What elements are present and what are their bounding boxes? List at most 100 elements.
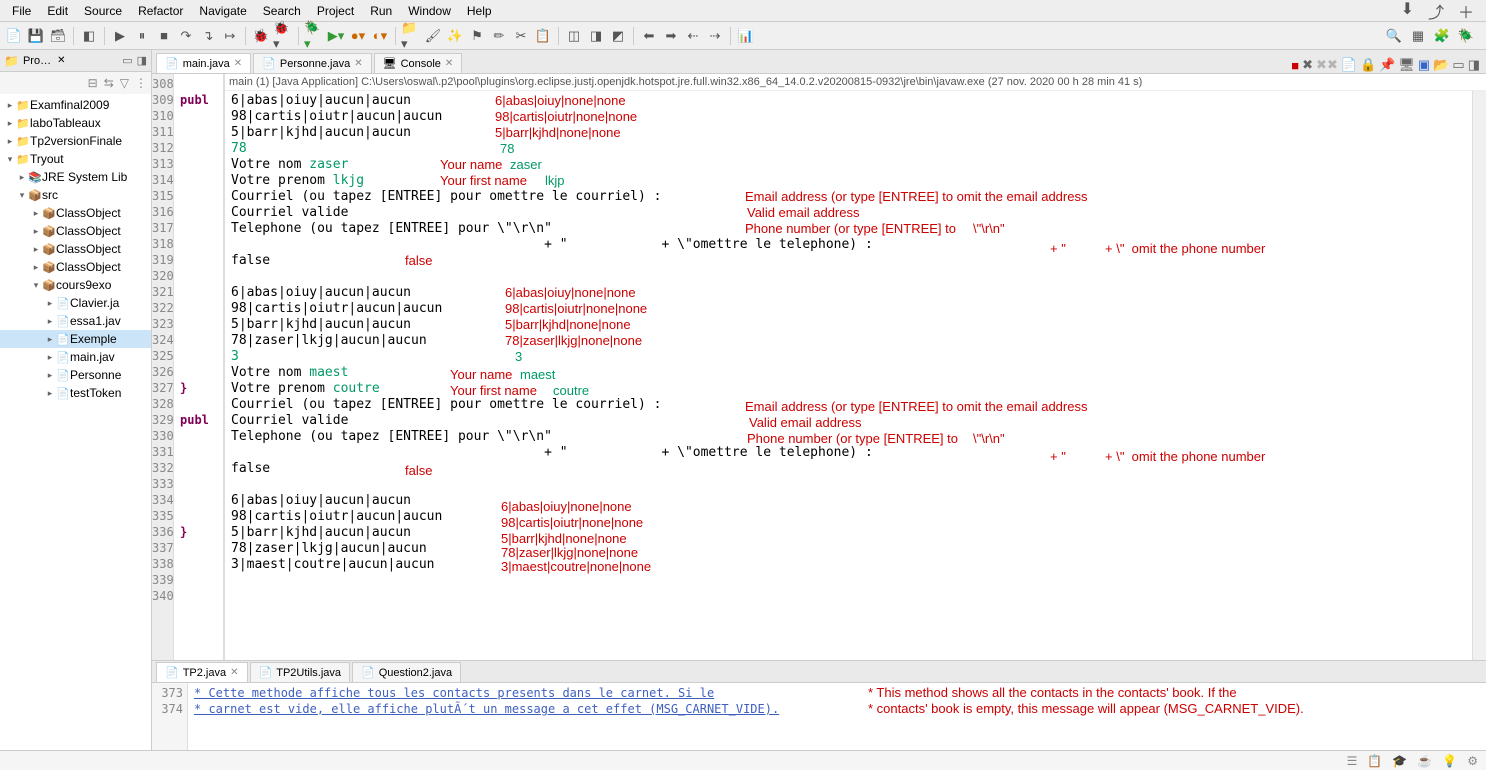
tree-item[interactable]: ▾📁Tryout xyxy=(0,150,151,168)
tree-item[interactable]: ▸📦ClassObject xyxy=(0,240,151,258)
step2-icon[interactable]: ↴ xyxy=(198,26,218,46)
sb1-icon[interactable]: ☰ xyxy=(1347,754,1358,768)
mode-icon[interactable]: ◧ xyxy=(79,26,99,46)
step3-icon[interactable]: ↦ xyxy=(220,26,240,46)
tree-item[interactable]: ▸📦ClassObject xyxy=(0,222,151,240)
sb2-icon[interactable]: 📋 xyxy=(1367,754,1382,768)
debug-icon[interactable]: 🪲▾ xyxy=(304,26,324,46)
sb6-icon[interactable]: ⚙ xyxy=(1467,754,1478,768)
menu-icon[interactable]: ⋮ xyxy=(135,76,147,90)
bottom-gutter: 373374 xyxy=(152,683,188,750)
download-icon[interactable]: ⬇ xyxy=(1401,0,1414,23)
new-icon[interactable]: 📄 xyxy=(4,26,24,46)
sb3-icon[interactable]: 🎓 xyxy=(1392,754,1407,768)
layout-icon[interactable]: ▦ xyxy=(1408,26,1428,46)
maximize-icon[interactable]: ◨ xyxy=(137,54,147,67)
remove-icon[interactable]: ✖ xyxy=(1302,57,1313,73)
tree-item[interactable]: ▸📄main.jav xyxy=(0,348,151,366)
terminate-icon[interactable]: ■ xyxy=(1291,58,1299,73)
x2-icon[interactable]: ◨ xyxy=(586,26,606,46)
search-icon[interactable]: 🔍 xyxy=(1384,26,1404,46)
menu-search[interactable]: Search xyxy=(255,2,309,20)
bottom-tab[interactable]: 📄Question2.java xyxy=(352,662,461,682)
paste-icon[interactable]: 📋 xyxy=(533,26,553,46)
flag-icon[interactable]: ⚑ xyxy=(467,26,487,46)
back-icon[interactable]: ⬅ xyxy=(639,26,659,46)
persp1-icon[interactable]: 🧩 xyxy=(1432,26,1452,46)
scissors-icon[interactable]: ✂ xyxy=(511,26,531,46)
tree-item[interactable]: ▸📄testToken xyxy=(0,384,151,402)
brush-icon[interactable]: 🖌 xyxy=(423,26,443,46)
tree-item[interactable]: ▸📦ClassObject xyxy=(0,258,151,276)
tree-item[interactable]: ▾📦cours9exo xyxy=(0,276,151,294)
bottom-tab[interactable]: 📄TP2Utils.java xyxy=(250,662,351,682)
tree-item[interactable]: ▸📄essa1.jav xyxy=(0,312,151,330)
fwd-icon[interactable]: ➡ xyxy=(661,26,681,46)
x3-icon[interactable]: ◩ xyxy=(608,26,628,46)
ref-icon[interactable]: 📊 xyxy=(736,26,756,46)
add-icon[interactable]: ＋ xyxy=(1458,0,1474,23)
open-icon[interactable]: 📂 xyxy=(1433,57,1449,73)
tab-mainjava[interactable]: 📄main.java✕ xyxy=(156,53,251,73)
tree-item[interactable]: ▸📄Exemple xyxy=(0,330,151,348)
link-icon[interactable]: ⇆ xyxy=(104,76,114,90)
coverage-icon[interactable]: ●▾ xyxy=(348,26,368,46)
filter-icon[interactable]: ▽ xyxy=(120,76,129,90)
run-icon[interactable]: ▶▾ xyxy=(326,26,346,46)
menu-help[interactable]: Help xyxy=(459,2,500,20)
lock-icon[interactable]: 🔒 xyxy=(1360,57,1376,73)
persp2-icon[interactable]: 🪲 xyxy=(1456,26,1476,46)
collapse-icon[interactable]: ⊟ xyxy=(88,76,98,90)
tree-item[interactable]: ▾📦src xyxy=(0,186,151,204)
clear-icon[interactable]: 📄 xyxy=(1341,57,1357,73)
step-icon[interactable]: ↷ xyxy=(176,26,196,46)
tree-item[interactable]: ▸📦ClassObject xyxy=(0,204,151,222)
menu-project[interactable]: Project xyxy=(309,2,362,20)
tab-personnejava[interactable]: 📄Personne.java✕ xyxy=(253,53,371,73)
pin-icon[interactable]: 📌 xyxy=(1379,57,1395,73)
menu-run[interactable]: Run xyxy=(362,2,400,20)
tree-item[interactable]: ▸📁Examfinal2009 xyxy=(0,96,151,114)
menu-navigate[interactable]: Navigate xyxy=(191,2,254,20)
play-icon[interactable]: ▶ xyxy=(110,26,130,46)
x1-icon[interactable]: ◫ xyxy=(564,26,584,46)
minimize-icon[interactable]: ▭ xyxy=(122,54,132,67)
tree-item[interactable]: ▸📁laboTableaux xyxy=(0,114,151,132)
tree-item[interactable]: ▸📄Personne xyxy=(0,366,151,384)
stop-icon[interactable]: ■ xyxy=(154,26,174,46)
share-icon[interactable]: ⤴ xyxy=(1428,0,1444,23)
up-icon[interactable]: ⇠ xyxy=(683,26,703,46)
close-icon[interactable]: ✕ xyxy=(57,55,65,66)
max-icon[interactable]: ◨ xyxy=(1468,57,1480,73)
display-icon[interactable]: 🖥 xyxy=(1398,57,1415,73)
menu-file[interactable]: File xyxy=(4,2,39,20)
menu-source[interactable]: Source xyxy=(76,2,130,20)
pause-icon[interactable]: ⏸ xyxy=(132,26,152,46)
save-all-icon[interactable]: 🗃 xyxy=(48,26,68,46)
min-icon[interactable]: ▭ xyxy=(1452,57,1464,73)
paint-icon[interactable]: ✏ xyxy=(489,26,509,46)
tree-item[interactable]: ▸📚JRE System Lib xyxy=(0,168,151,186)
folder-icon[interactable]: 📁▾ xyxy=(401,26,421,46)
console-output[interactable]: 6|abas|oiuy|aucun|aucun98|cartis|oiutr|a… xyxy=(225,91,1486,660)
bottom-code[interactable]: * Cette methode affiche tous les contact… xyxy=(188,683,1486,750)
menu-refactor[interactable]: Refactor xyxy=(130,2,191,20)
bottom-tab[interactable]: 📄TP2.java✕ xyxy=(156,662,248,682)
project-tree[interactable]: ▸📁Examfinal2009▸📁laboTableaux▸📁Tp2versio… xyxy=(0,94,151,750)
cov2-icon[interactable]: ◐▾ xyxy=(370,26,390,46)
menu-window[interactable]: Window xyxy=(400,2,459,20)
tree-item[interactable]: ▸📄Clavier.ja xyxy=(0,294,151,312)
removeall-icon[interactable]: ✖✖ xyxy=(1316,57,1338,73)
console-icon[interactable]: ▣ xyxy=(1418,57,1430,73)
tab-console[interactable]: 🖥Console✕ xyxy=(374,53,463,73)
dn-icon[interactable]: ⇢ xyxy=(705,26,725,46)
sb4-icon[interactable]: ☕ xyxy=(1417,754,1432,768)
bug-icon[interactable]: 🐞 xyxy=(251,26,271,46)
sb5-icon[interactable]: 💡 xyxy=(1442,754,1457,768)
bug2-icon[interactable]: 🐞▾ xyxy=(273,26,293,46)
tree-item[interactable]: ▸📁Tp2versionFinale xyxy=(0,132,151,150)
wand-icon[interactable]: ✨ xyxy=(445,26,465,46)
editor-tabs: 📄main.java✕📄Personne.java✕🖥Console✕ ■ ✖ … xyxy=(152,50,1486,74)
save-icon[interactable]: 💾 xyxy=(26,26,46,46)
menu-edit[interactable]: Edit xyxy=(39,2,76,20)
